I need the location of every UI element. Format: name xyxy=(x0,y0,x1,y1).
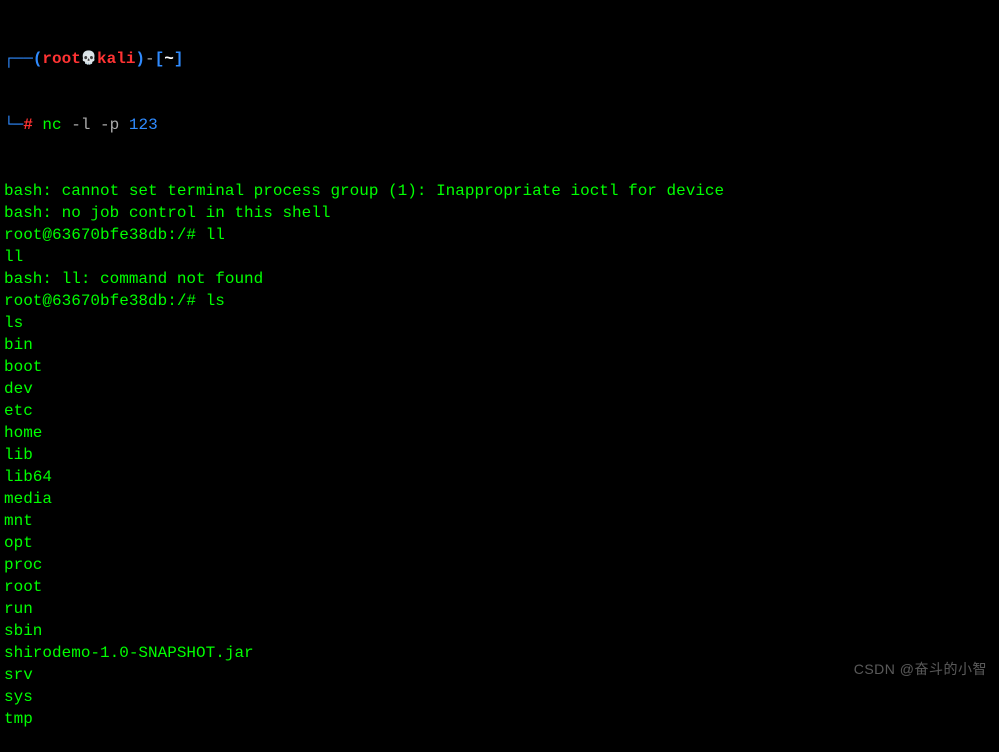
prompt-decor-top: ┌── xyxy=(4,50,33,68)
paren-open: ( xyxy=(33,50,43,68)
prompt-path: ~ xyxy=(164,50,174,68)
output-line: srv xyxy=(4,664,995,686)
path-close: ] xyxy=(174,50,184,68)
output-line: boot xyxy=(4,356,995,378)
output-line: lib xyxy=(4,444,995,466)
output-line: mnt xyxy=(4,510,995,532)
prompt-decor-bottom: └─ xyxy=(4,116,23,134)
prompt-hash: # xyxy=(23,116,33,134)
output-line: home xyxy=(4,422,995,444)
output-line: root@63670bfe38db:/# ls xyxy=(4,290,995,312)
prompt-dash: - xyxy=(145,50,155,68)
output-line: bin xyxy=(4,334,995,356)
prompt-user: root xyxy=(42,50,80,68)
output-body: bash: cannot set terminal process group … xyxy=(4,180,995,730)
output-line: sys xyxy=(4,686,995,708)
prompt-line-1: ┌──(root💀kali)-[~] xyxy=(4,48,995,70)
cmd-bin: nc xyxy=(42,116,61,134)
output-line: tmp xyxy=(4,708,995,730)
path-open: [ xyxy=(155,50,165,68)
prompt-host: kali xyxy=(97,50,135,68)
output-line: bash: no job control in this shell xyxy=(4,202,995,224)
output-line: media xyxy=(4,488,995,510)
output-line: dev xyxy=(4,378,995,400)
output-line: sbin xyxy=(4,620,995,642)
output-line: opt xyxy=(4,532,995,554)
terminal-output[interactable]: ┌──(root💀kali)-[~] └─# nc -l -p 123 bash… xyxy=(0,4,999,752)
output-line: lib64 xyxy=(4,466,995,488)
paren-close: ) xyxy=(135,50,145,68)
output-line: ls xyxy=(4,312,995,334)
output-line: bash: cannot set terminal process group … xyxy=(4,180,995,202)
skull-icon: 💀 xyxy=(81,48,97,70)
output-line: shirodemo-1.0-SNAPSHOT.jar xyxy=(4,642,995,664)
output-line: ll xyxy=(4,246,995,268)
output-line: root xyxy=(4,576,995,598)
cmd-port: 123 xyxy=(129,116,158,134)
output-line: root@63670bfe38db:/# ll xyxy=(4,224,995,246)
output-line: etc xyxy=(4,400,995,422)
cmd-args: -l -p xyxy=(71,116,119,134)
output-line: bash: ll: command not found xyxy=(4,268,995,290)
output-line: proc xyxy=(4,554,995,576)
prompt-line-2: └─# nc -l -p 123 xyxy=(4,114,995,136)
output-line: run xyxy=(4,598,995,620)
